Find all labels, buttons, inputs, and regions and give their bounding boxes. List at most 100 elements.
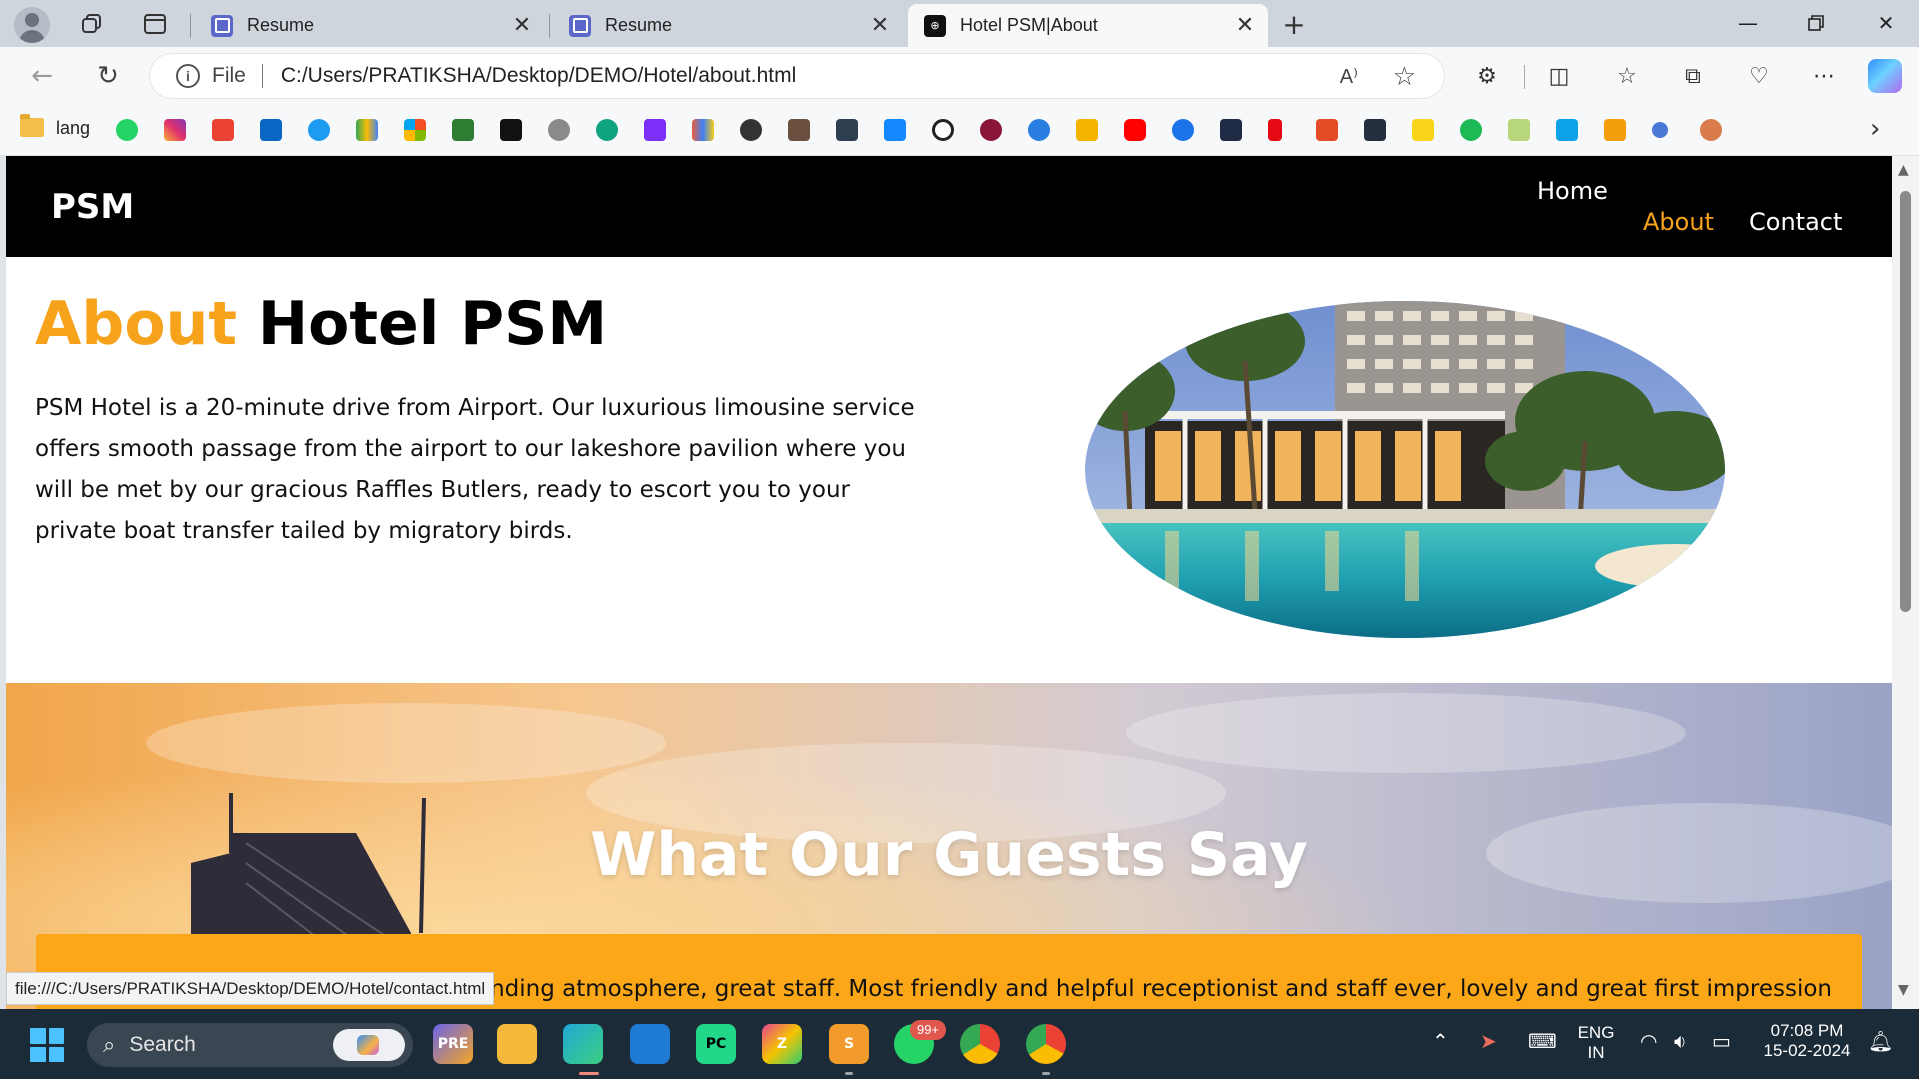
nav-about[interactable]: About <box>1643 208 1714 236</box>
clock[interactable]: 07:08 PM 15-02-2024 <box>1752 1021 1862 1061</box>
dh-icon[interactable] <box>1220 119 1242 141</box>
profile-avatar[interactable] <box>14 7 50 43</box>
title-rest: Hotel PSM <box>257 289 608 359</box>
hashnode-icon[interactable] <box>500 119 522 141</box>
nav-contact[interactable]: Contact <box>1749 208 1842 236</box>
vivaldi-icon[interactable] <box>980 119 1002 141</box>
app-indicator <box>1042 1072 1050 1075</box>
charts-icon[interactable] <box>692 119 714 141</box>
sublime-text-icon[interactable]: S <box>829 1024 869 1064</box>
wifi-icon[interactable]: ◠ <box>1640 1029 1657 1053</box>
zee-icon[interactable] <box>1508 119 1530 141</box>
flipkart-icon[interactable] <box>1412 119 1434 141</box>
amazon-icon[interactable] <box>1364 119 1386 141</box>
codepen-icon[interactable] <box>740 119 762 141</box>
location-icon[interactable]: ➤ <box>1480 1029 1497 1053</box>
spotify-icon[interactable] <box>1460 119 1482 141</box>
site-logo[interactable]: PSM <box>51 187 134 227</box>
edge-icon[interactable] <box>563 1024 603 1064</box>
language-indicator[interactable]: ENG IN <box>1576 1023 1616 1063</box>
tab-hotel-about[interactable]: ⊕ Hotel PSM|About ✕ <box>908 4 1268 47</box>
vertical-tabs-icon[interactable] <box>141 10 169 38</box>
folder-icon[interactable] <box>20 114 44 137</box>
trophy-icon[interactable] <box>1604 119 1626 141</box>
clock-time: 07:08 PM <box>1770 1021 1844 1040</box>
chrome-icon[interactable] <box>960 1024 1000 1064</box>
scroll-down-icon[interactable]: ▼ <box>1898 982 1909 998</box>
favorites-icon[interactable]: ☆ <box>1611 60 1643 92</box>
tab-separator <box>190 14 191 38</box>
keyboard-icon[interactable]: ⌨ <box>1528 1029 1557 1053</box>
kaggle-icon[interactable] <box>1316 119 1338 141</box>
stackblitz-icon[interactable] <box>884 119 906 141</box>
is-icon[interactable] <box>1556 119 1578 141</box>
codechef-icon[interactable] <box>788 119 810 141</box>
chrome-profile-icon[interactable] <box>1026 1024 1066 1064</box>
collections-icon[interactable]: ⧉ <box>1677 60 1709 92</box>
whatsapp-icon[interactable] <box>116 119 138 141</box>
page-scrollbar[interactable]: ▲ ▼ <box>1892 156 1919 1009</box>
youtube-icon[interactable] <box>1124 119 1146 141</box>
picsart-icon[interactable] <box>644 119 666 141</box>
new-tab-icon[interactable]: + <box>1280 8 1308 41</box>
nav-home[interactable]: Home <box>1537 177 1608 205</box>
github-icon[interactable] <box>548 119 570 141</box>
volume-icon[interactable]: 🔉︎ <box>1674 1029 1687 1053</box>
chatgpt-icon[interactable] <box>596 119 618 141</box>
extensions-icon[interactable]: ⚙ <box>1471 60 1503 92</box>
url-divider <box>261 64 263 88</box>
back-icon[interactable]: ← <box>24 58 60 94</box>
close-tab-icon[interactable]: ✕ <box>1232 13 1258 38</box>
battery-icon[interactable]: ▭ <box>1712 1029 1731 1053</box>
notification-bell-icon[interactable]: 🔔︎ <box>1868 1029 1893 1053</box>
close-tab-icon[interactable]: ✕ <box>867 13 893 38</box>
bookmarks-overflow-icon[interactable]: › <box>1870 114 1880 144</box>
wordpress-icon[interactable] <box>452 119 474 141</box>
close-tab-icon[interactable]: ✕ <box>509 13 535 38</box>
about-description: PSM Hotel is a 20-minute drive from Airp… <box>35 395 915 544</box>
split-screen-icon[interactable]: ◫ <box>1543 60 1575 92</box>
microsoft-icon[interactable] <box>404 119 426 141</box>
close-window-icon[interactable]: ✕ <box>1858 6 1914 40</box>
file-explorer-icon[interactable] <box>497 1024 537 1064</box>
tab-resume-2[interactable]: Resume ✕ <box>553 4 903 47</box>
windows-start-icon[interactable] <box>30 1028 64 1062</box>
hashnode-h-icon[interactable] <box>836 119 858 141</box>
restore-icon[interactable] <box>1788 6 1844 40</box>
netflix-icon[interactable] <box>1268 119 1282 141</box>
bing-icon[interactable] <box>1028 119 1050 141</box>
scroll-up-icon[interactable]: ▲ <box>1898 162 1909 178</box>
minimize-icon[interactable]: — <box>1720 6 1776 40</box>
read-aloud-icon[interactable]: A⁾ <box>1340 64 1358 89</box>
workspaces-icon[interactable] <box>78 10 106 38</box>
copilot-icon[interactable] <box>1868 59 1902 93</box>
search-icon[interactable] <box>1652 122 1668 138</box>
copilot-search-icon[interactable] <box>333 1029 405 1061</box>
testimonials-section: What Our Guests Say l surrounding atmosp… <box>6 683 1892 1009</box>
photos-icon[interactable] <box>1076 119 1098 141</box>
linkedin-icon[interactable] <box>260 119 282 141</box>
info-icon[interactable]: i <box>176 64 200 88</box>
favorite-star-icon[interactable]: ☆ <box>1393 61 1416 92</box>
pycharm-icon[interactable]: PC <box>696 1024 736 1064</box>
vscode-icon[interactable] <box>630 1024 670 1064</box>
refresh-icon[interactable]: ↻ <box>90 58 126 94</box>
gmail-icon[interactable] <box>212 119 234 141</box>
more-menu-icon[interactable]: ⋯ <box>1808 60 1840 92</box>
drive-icon[interactable] <box>356 119 378 141</box>
browser-essentials-icon[interactable]: ♡ <box>1743 60 1775 92</box>
show-hidden-icons-icon[interactable]: ⌃ <box>1432 1029 1449 1053</box>
instagram-icon[interactable] <box>164 119 186 141</box>
tab-resume-1[interactable]: Resume ✕ <box>195 4 545 47</box>
address-bar[interactable]: i File C:/Users/PRATIKSHA/Desktop/DEMO/H… <box>150 54 1444 98</box>
play-icon[interactable] <box>1172 119 1194 141</box>
twitter-icon[interactable] <box>308 119 330 141</box>
bookmark-folder-lang[interactable]: lang <box>56 118 90 139</box>
taskbar-search[interactable]: ⌕ Search <box>87 1023 413 1067</box>
scroll-thumb[interactable] <box>1900 191 1911 612</box>
zeal-icon[interactable]: Z <box>762 1024 802 1064</box>
notion-icon[interactable] <box>932 119 954 141</box>
copilot-pre-icon[interactable]: PRE <box>433 1024 473 1064</box>
emblem-icon[interactable] <box>1700 119 1722 141</box>
url-text[interactable]: C:/Users/PRATIKSHA/Desktop/DEMO/Hotel/ab… <box>281 64 796 88</box>
